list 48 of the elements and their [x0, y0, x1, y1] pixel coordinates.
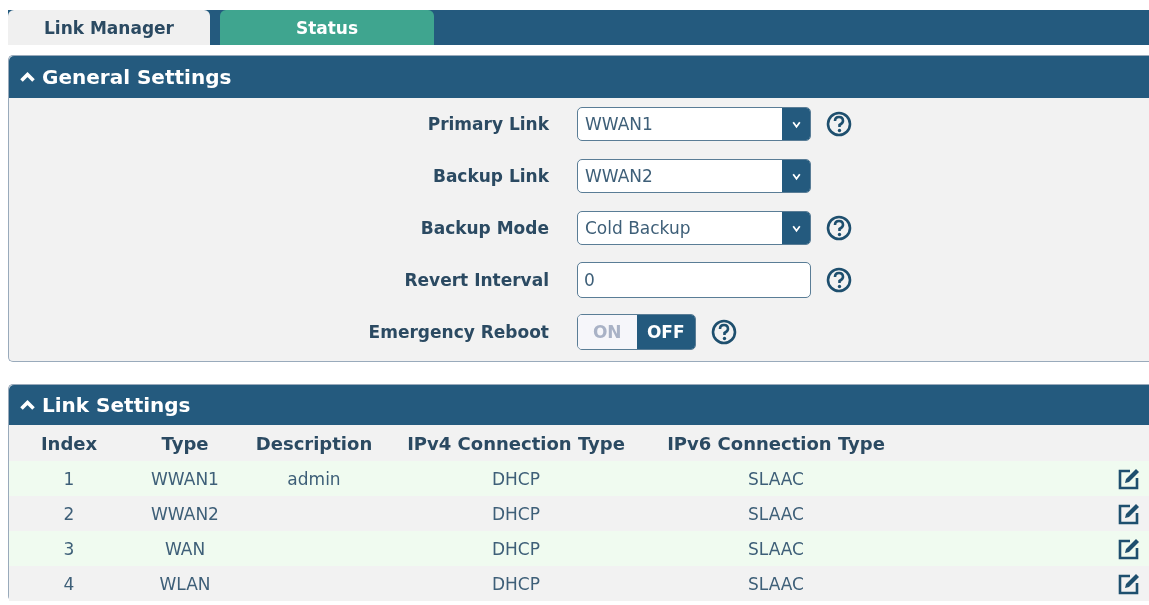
help-icon[interactable] — [826, 215, 852, 241]
table-cell-text: 2 — [62, 503, 76, 524]
dropdown[interactable]: WWAN2 — [577, 159, 811, 193]
table-cell-text: WLAN — [158, 573, 212, 594]
field-label: Backup Link — [431, 166, 549, 186]
table-cell-text: WWAN2 — [150, 503, 220, 524]
table-cell-text: SLAAC — [747, 538, 805, 559]
table-cell-text: DHCP — [491, 538, 541, 559]
table-cell-text: SLAAC — [747, 468, 805, 489]
edit-icon[interactable] — [1117, 571, 1141, 596]
dropdown[interactable]: Cold Backup — [577, 211, 811, 245]
table-cell-text: admin — [286, 468, 342, 489]
panel-title: General Settings — [42, 65, 232, 89]
help-icon[interactable] — [711, 319, 737, 345]
dropdown[interactable]: WWAN1 — [577, 107, 811, 141]
toggle-switch[interactable]: ON OFF — [577, 314, 696, 350]
column-header: IPv6 Connection Type — [666, 432, 886, 454]
table-cell-text: 4 — [62, 573, 76, 594]
chevron-icon[interactable] — [19, 399, 36, 411]
table-cell-text: WWAN1 — [150, 468, 220, 489]
table-cell-text: DHCP — [491, 503, 541, 524]
help-icon[interactable] — [826, 267, 852, 293]
caret-icon — [790, 171, 802, 181]
table-cell-text: SLAAC — [747, 573, 805, 594]
column-header: IPv4 Connection Type — [406, 432, 626, 454]
input-field[interactable]: 0 — [577, 262, 811, 298]
caret-icon — [790, 223, 802, 233]
field-label: Revert Interval — [403, 270, 549, 290]
table-cell-text: SLAAC — [747, 503, 805, 524]
column-header: Description — [254, 432, 374, 454]
table-cell-text: DHCP — [491, 573, 541, 594]
table-cell-text: DHCP — [491, 468, 541, 489]
field-label: Primary Link — [426, 114, 549, 134]
edit-icon[interactable] — [1117, 536, 1141, 561]
tab[interactable]: Link Manager — [8, 10, 210, 45]
table-cell-text: 3 — [62, 538, 76, 559]
help-icon[interactable] — [826, 111, 852, 137]
chevron-icon[interactable] — [19, 71, 36, 83]
edit-icon[interactable] — [1117, 501, 1141, 526]
column-header: Index — [39, 432, 99, 454]
field-label: Emergency Reboot — [367, 322, 549, 342]
edit-icon[interactable] — [1117, 466, 1141, 491]
column-header: Type — [160, 432, 210, 454]
table-cell-text: WAN — [163, 538, 207, 559]
table-cell-text: 1 — [62, 468, 76, 489]
caret-icon — [790, 119, 802, 129]
panel-title: Link Settings — [42, 393, 191, 417]
field-label: Backup Mode — [419, 218, 549, 238]
